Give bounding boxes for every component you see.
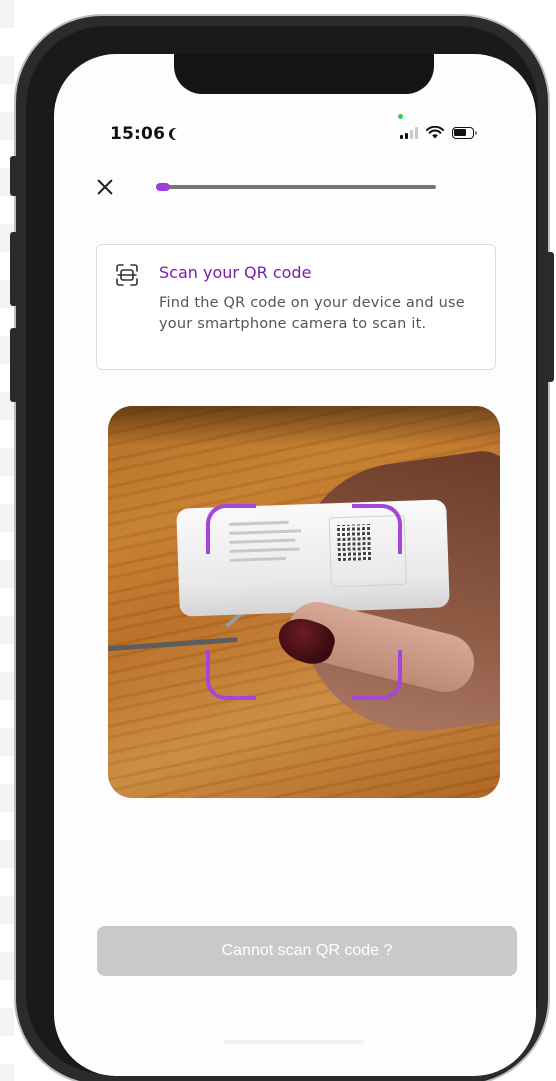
close-icon[interactable] <box>94 176 116 198</box>
reticle-corner-top-right <box>352 504 402 554</box>
power-button <box>546 252 554 382</box>
progress-fill <box>156 183 170 191</box>
wifi-icon <box>426 126 444 139</box>
app-screen: 15:06 Scan your QR code Find the QR code… <box>54 54 536 1076</box>
camera-shadow <box>108 406 500 446</box>
notch <box>174 54 434 94</box>
camera-indicator-dot <box>398 114 403 119</box>
status-icons <box>400 126 477 139</box>
progress-track <box>156 183 436 191</box>
volume-up-button <box>10 232 18 306</box>
scan-title: Scan your QR code <box>159 263 312 282</box>
qr-scan-icon <box>116 264 138 286</box>
home-indicator <box>224 1040 364 1044</box>
moon-icon <box>172 128 184 140</box>
phone-frame: 15:06 Scan your QR code Find the QR code… <box>10 14 554 1081</box>
battery-icon <box>452 127 477 139</box>
reticle-corner-top-left <box>206 504 256 554</box>
scan-info-card: Scan your QR code Find the QR code on yo… <box>96 244 496 370</box>
scan-description: Find the QR code on your device and use … <box>159 295 465 332</box>
signal-icon <box>400 127 418 139</box>
status-time-text: 15:06 <box>110 124 166 144</box>
mute-switch <box>10 156 18 196</box>
reticle-corner-bottom-right <box>352 650 402 700</box>
reticle-corner-bottom-left <box>206 650 256 700</box>
status-time: 15:06 <box>110 124 181 144</box>
cannot-scan-button[interactable]: Cannot scan QR code ? <box>97 926 517 976</box>
volume-down-button <box>10 328 18 402</box>
camera-viewfinder <box>108 406 500 798</box>
